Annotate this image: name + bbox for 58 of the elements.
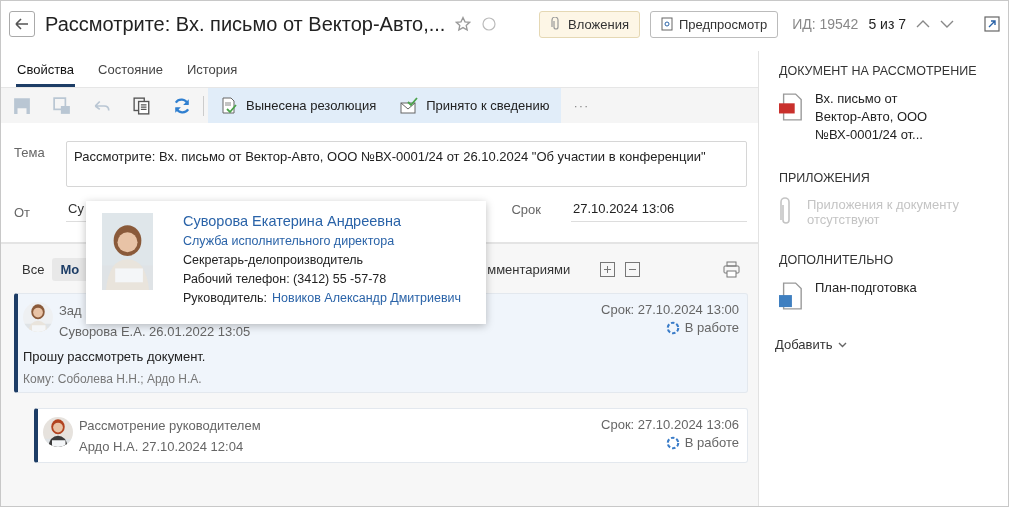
tab[interactable]: История: [185, 62, 239, 87]
task-recipients: Кому: Соболева Н.Н.; Ардо Н.А.: [23, 372, 203, 386]
task-deadline: Срок: 27.10.2024 13:06: [601, 417, 739, 432]
filter-tab[interactable]: мментариями: [487, 257, 579, 281]
refresh-icon[interactable]: [173, 96, 191, 115]
document-check-icon: [220, 96, 238, 115]
section-heading: ПРИЛОЖЕНИЯ: [779, 170, 871, 185]
resolution-button[interactable]: Вынесена резолюция: [208, 88, 389, 123]
paperclip-icon: [779, 196, 793, 227]
task-status: В работе: [684, 320, 739, 335]
position-text: Секретарь-делопроизводитель: [183, 253, 365, 267]
back-arrow-icon: [15, 18, 29, 30]
subject-field[interactable]: Рассмотрите: Вх. письмо от Вектор-Авто, ООО №ВХ-0001/24 от 26.10.2024 "Об участии в конференции": [66, 141, 747, 187]
file-link[interactable]: План-подготовка: [815, 278, 945, 297]
task-message: Прошу рассмотреть документ.: [23, 349, 207, 364]
tab[interactable]: Состояние: [97, 62, 164, 87]
print-icon[interactable]: [723, 260, 740, 278]
add-button[interactable]: Добавить: [775, 336, 994, 352]
envelope-check-icon: [400, 96, 419, 115]
back-button[interactable]: [9, 11, 35, 37]
task-author: Ардо Н.А. 27.10.2024 12:04: [79, 438, 244, 456]
open-in-window-icon[interactable]: [984, 16, 1000, 32]
deadline-field[interactable]: 27.10.2024 13:06: [571, 201, 747, 222]
manager-link[interactable]: Новиков Александр Дмитриевич: [272, 291, 462, 305]
field-label: От: [14, 204, 32, 222]
pdf-file-icon: [779, 92, 803, 122]
manager-label: Руководитель:: [183, 291, 267, 305]
filter-tab[interactable]: Все: [14, 257, 53, 281]
position-label: 5 из 7: [868, 16, 906, 32]
document-search-icon: [660, 17, 673, 31]
person-name[interactable]: Суворова Екатерина Андреевна: [183, 213, 462, 229]
id-label: ИД: 19542: [792, 16, 859, 32]
attachments-button[interactable]: Вложения: [539, 10, 640, 38]
expand-all-icon[interactable]: [600, 261, 616, 277]
section-heading: ДОКУМЕНТ НА РАССМОТРЕНИЕ: [779, 64, 978, 78]
word-file-icon: [779, 280, 803, 311]
copy-icon[interactable]: [133, 96, 151, 115]
task-title: Рассмотрение руководителем: [79, 417, 261, 435]
task-deadline: Срок: 27.10.2024 13:00: [601, 302, 739, 317]
preview-button[interactable]: Предпросмотр: [649, 10, 779, 38]
status-circle-icon[interactable]: [481, 16, 498, 32]
phone-text: Рабочий телефон: (3412) 55 -57-78: [183, 272, 388, 286]
file-link[interactable]: Вх. письмо от Вектор-Авто, ООО №ВХ-0001/24 от...: [815, 90, 945, 145]
star-icon[interactable]: [455, 16, 472, 32]
window-title: Рассмотрите: Вх. письмо от Вектор-Авто,...: [45, 12, 446, 36]
accepted-button[interactable]: Принято к сведению: [388, 88, 562, 123]
task-title: Зад: [59, 302, 82, 320]
task-card[interactable]: Рассмотрение руководителем Ардо Н.А. 27.10.2024 12:04 Срок: 27.10.2024 13:06 В работе: [34, 408, 748, 463]
department-link[interactable]: Служба исполнительного директора: [183, 234, 462, 248]
section-heading: ДОПОЛНИТЕЛЬНО: [779, 252, 895, 267]
in-progress-icon: [665, 320, 680, 335]
collapse-all-icon[interactable]: [625, 261, 641, 277]
in-progress-icon: [665, 435, 680, 450]
field-label: Тема: [14, 144, 46, 162]
empty-message: Приложения к документу отсутствуют: [807, 196, 960, 227]
task-author: Суворова Е.А. 26.01.2022 13:05: [59, 323, 251, 341]
task-status: В работе: [684, 435, 739, 450]
field-label: Срок: [511, 202, 541, 219]
